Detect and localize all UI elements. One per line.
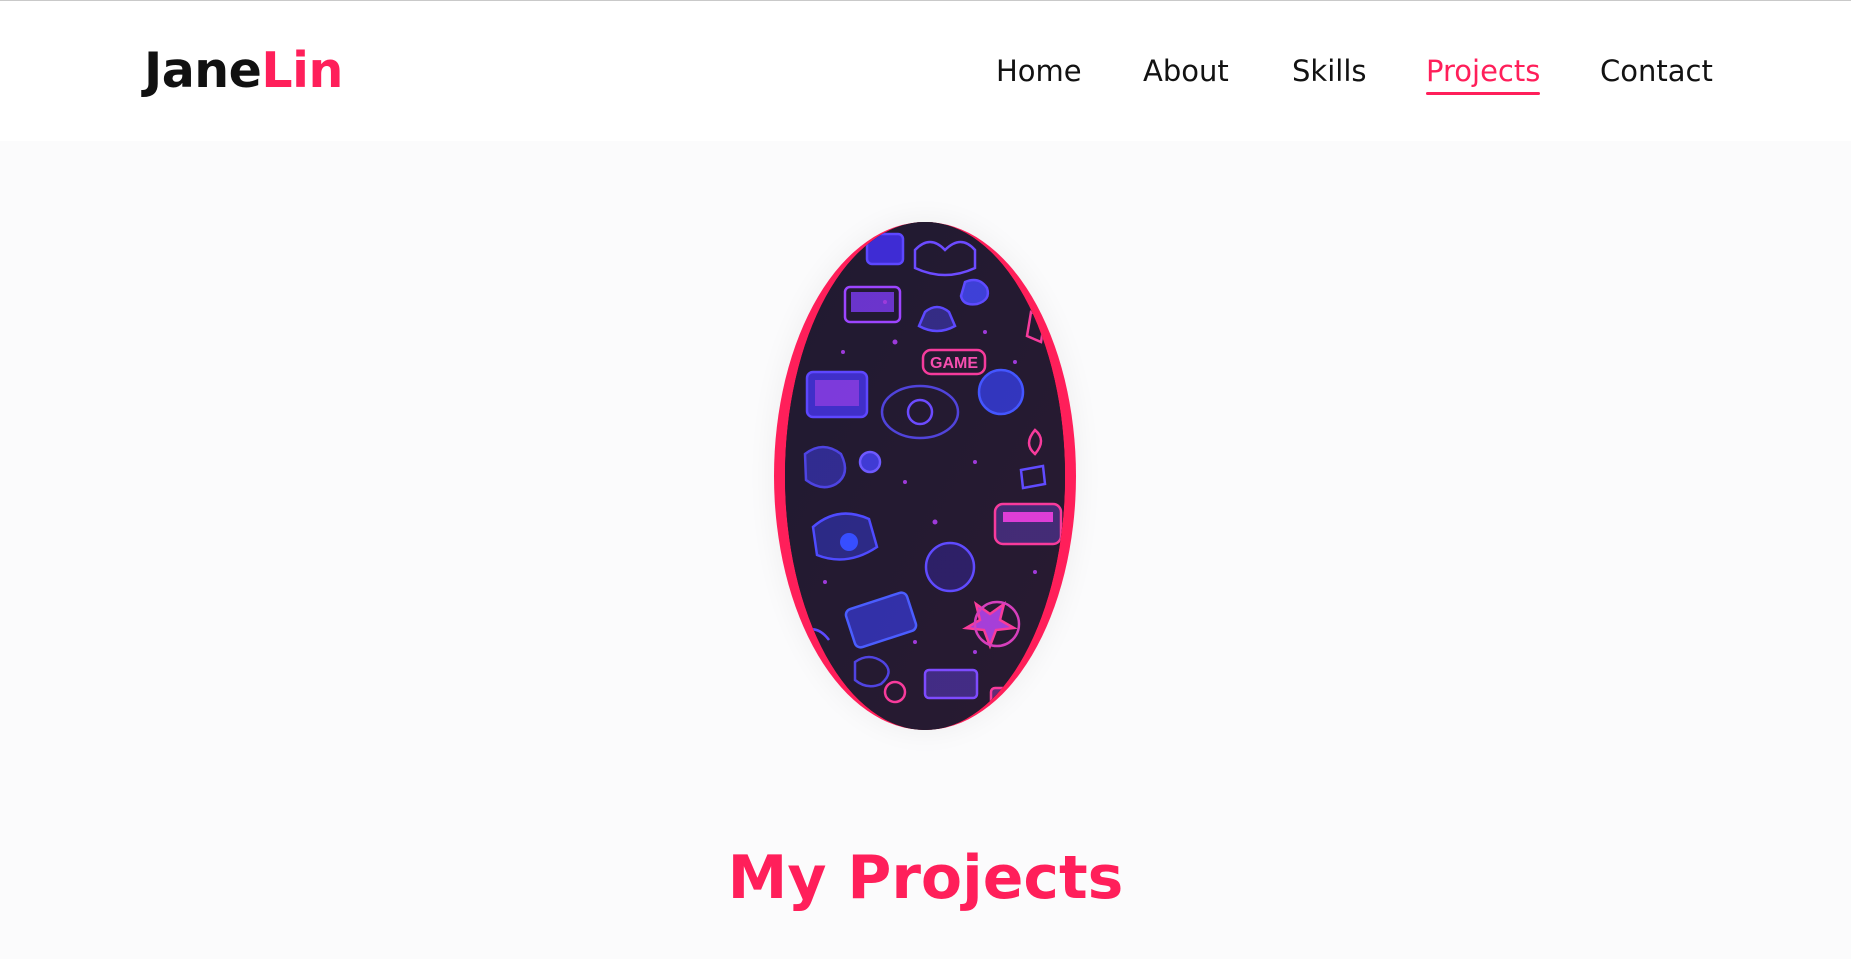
nav-link-skills[interactable]: Skills [1292, 51, 1366, 91]
gaming-pattern-illustration: GAME [785, 222, 1065, 730]
hero-image-frame: GAME [774, 222, 1076, 730]
nav-link-home[interactable]: Home [996, 51, 1082, 91]
site-header: JaneLin Home About Skills Projects Conta… [0, 1, 1851, 141]
hero-image: GAME [785, 222, 1065, 730]
nav-link-projects[interactable]: Projects [1426, 51, 1541, 95]
nav-link-about[interactable]: About [1143, 51, 1229, 91]
main-nav: Home About Skills Projects Contact [0, 51, 1851, 95]
section-title: My Projects [727, 843, 1124, 913]
nav-link-contact[interactable]: Contact [1600, 51, 1713, 91]
